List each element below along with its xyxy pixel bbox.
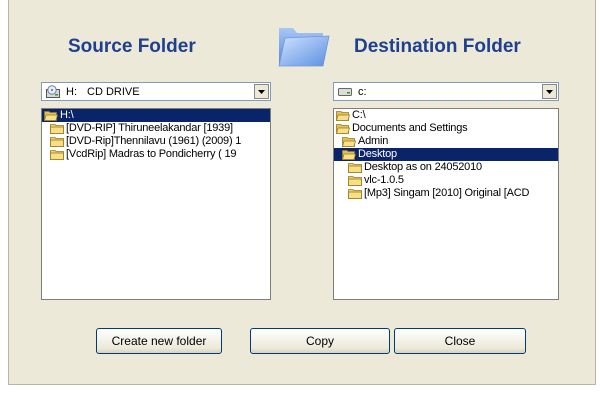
source-folder-heading: Source Folder bbox=[68, 36, 196, 57]
list-item[interactable]: vlc-1.0.5 bbox=[334, 174, 558, 187]
list-item-label: Documents and Settings bbox=[352, 122, 468, 134]
destination-drive-label: c: bbox=[358, 85, 367, 98]
close-button[interactable]: Close bbox=[394, 328, 526, 354]
copy-button[interactable]: Copy bbox=[250, 328, 390, 354]
folder-icon bbox=[50, 137, 64, 147]
list-item-label: [DVD-Rip]Thennilavu (1961) (2009) 1 bbox=[66, 135, 242, 147]
hard-drive-icon bbox=[338, 87, 352, 96]
destination-folder-heading: Destination Folder bbox=[354, 36, 521, 57]
open-folder-icon bbox=[336, 124, 350, 134]
list-item[interactable]: [DVD-Rip]Thennilavu (1961) (2009) 1 bbox=[42, 135, 270, 148]
list-item-label: Desktop as on 24052010 bbox=[364, 161, 482, 173]
folder-icon bbox=[50, 150, 64, 160]
source-folder-list[interactable]: H:\ [DVD-RIP] Thiruneelakandar [1939] [DVD… bbox=[41, 108, 271, 300]
list-item[interactable]: Desktop as on 24052010 bbox=[334, 161, 558, 174]
list-item[interactable]: Documents and Settings bbox=[334, 122, 558, 135]
open-folder-icon bbox=[342, 137, 356, 147]
open-folder-icon bbox=[336, 111, 350, 121]
list-item-label: Desktop bbox=[358, 148, 397, 160]
folder-icon bbox=[50, 124, 64, 134]
folder-graphic-icon bbox=[278, 28, 330, 67]
list-item-label: [VcdRip] Madras to Pondicherry ( 19 bbox=[66, 148, 237, 160]
create-new-folder-button[interactable]: Create new folder bbox=[96, 328, 222, 354]
list-item-label: Admin bbox=[358, 135, 389, 147]
list-item[interactable]: Desktop bbox=[334, 148, 558, 161]
list-item[interactable]: Admin bbox=[334, 135, 558, 148]
copy-dialog: Source Folder Destination Folder H: CD D… bbox=[8, 0, 596, 385]
chevron-down-icon[interactable] bbox=[542, 84, 557, 99]
list-item[interactable]: H:\ bbox=[42, 109, 270, 122]
list-item-label: H:\ bbox=[60, 109, 74, 121]
list-item[interactable]: [VcdRip] Madras to Pondicherry ( 19 bbox=[42, 148, 270, 161]
destination-folder-list[interactable]: C:\ Documents and Settings Admin Desktop Des… bbox=[333, 108, 559, 300]
folder-icon bbox=[348, 176, 362, 186]
list-item-label: C:\ bbox=[352, 109, 366, 121]
list-item[interactable]: [Mp3] Singam [2010] Original [ACD bbox=[334, 187, 558, 200]
folder-icon bbox=[348, 189, 362, 199]
list-item-label: vlc-1.0.5 bbox=[364, 174, 404, 186]
destination-drive-select[interactable]: c: bbox=[333, 82, 559, 101]
source-drive-label: CD DRIVE bbox=[87, 85, 140, 98]
list-item[interactable]: C:\ bbox=[334, 109, 558, 122]
list-item[interactable]: [DVD-RIP] Thiruneelakandar [1939] bbox=[42, 122, 270, 135]
list-item-label: [DVD-RIP] Thiruneelakandar [1939] bbox=[66, 122, 233, 134]
folder-icon bbox=[348, 163, 362, 173]
chevron-down-icon[interactable] bbox=[254, 84, 269, 99]
list-item-label: [Mp3] Singam [2010] Original [ACD bbox=[364, 187, 530, 199]
cd-drive-icon bbox=[46, 85, 60, 98]
open-folder-icon bbox=[44, 111, 58, 121]
open-folder-icon bbox=[342, 150, 356, 160]
source-drive-letter: H: bbox=[66, 85, 77, 98]
source-drive-select[interactable]: H: CD DRIVE bbox=[41, 82, 271, 101]
